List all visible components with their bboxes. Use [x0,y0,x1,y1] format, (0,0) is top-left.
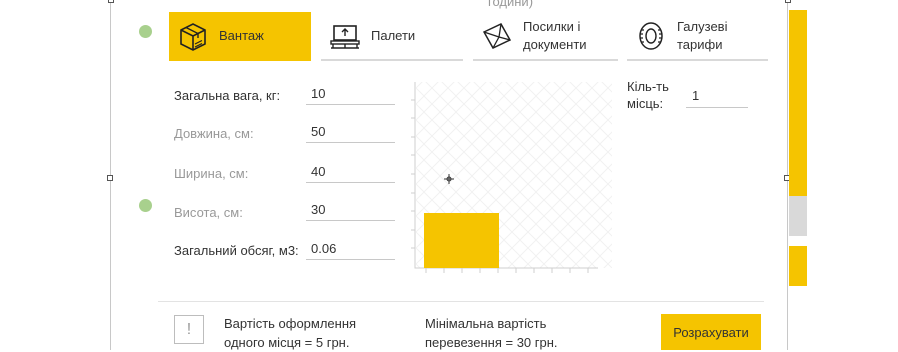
resize-handle-top-right[interactable] [785,0,791,3]
envelope-icon [479,18,515,54]
places-label: Кіль-ть місць: [627,79,669,111]
calculate-button[interactable]: Розрахувати [661,314,761,350]
min-cost-text: Мінімальна вартість перевезення = 30 грн… [425,316,558,350]
registration-cost-text: Вартість оформлення одного місця = 5 грн… [224,316,357,350]
weight-input[interactable] [306,83,395,105]
height-label: Висота, см: [174,205,243,220]
tab-industry-tariffs-label: Галузеві тарифи [677,18,728,52]
tire-icon [633,18,669,54]
width-label: Ширина, см: [174,166,249,181]
volume-input[interactable] [306,238,395,260]
width-input[interactable] [306,161,395,183]
resize-handle-top-left[interactable] [108,0,114,3]
tab-cargo-label: Вантаж [219,27,264,43]
length-label: Довжина, см: [174,126,254,141]
top-overflow-text: години) [488,0,534,9]
places-input[interactable] [686,84,748,108]
dimension-preview [411,82,612,273]
volume-label: Загальний обсяг, м3: [174,243,299,258]
pallet-icon [327,18,363,54]
height-input[interactable] [306,199,395,221]
box-icon [175,18,211,54]
length-input[interactable] [306,121,395,143]
footer-divider [158,301,764,302]
step-marker-2 [139,199,152,212]
notice-icon: ! [174,315,204,344]
tab-parcels-documents-label: Посилки і документи [523,18,587,52]
tab-pallets-label: Палети [371,27,416,43]
resize-handle-mid-left[interactable] [107,175,113,181]
step-marker-1 [139,25,152,38]
tab-industry-tariffs[interactable]: Галузеві тарифи [627,12,768,61]
weight-label: Загальна вага, кг: [174,88,281,103]
tab-cargo[interactable]: Вантаж [169,12,311,61]
side-strip-yellow-top [789,10,807,196]
tab-pallets[interactable]: Палети [321,12,463,61]
side-strip-gray [789,196,807,236]
tab-parcels-documents[interactable]: Посилки і документи [473,12,618,61]
side-strip-yellow-bottom [789,246,807,286]
